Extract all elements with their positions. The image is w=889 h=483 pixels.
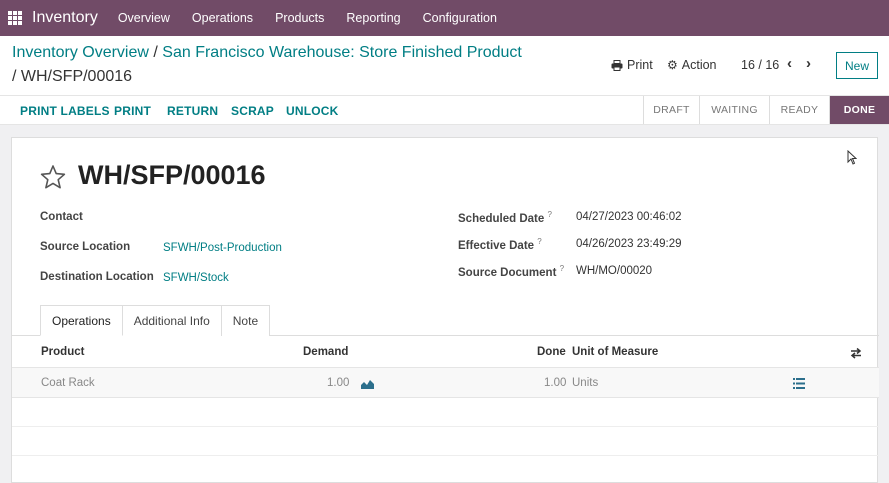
- effective-date-value: 04/26/2023 23:49:29: [576, 238, 682, 250]
- mouse-cursor-icon: [847, 150, 857, 165]
- forecast-chart-icon[interactable]: [361, 379, 374, 389]
- printer-icon: [611, 59, 623, 71]
- column-product[interactable]: Product: [41, 346, 84, 358]
- menu-reporting[interactable]: Reporting: [346, 11, 400, 25]
- destination-location-label: Destination Location: [40, 271, 154, 283]
- column-done[interactable]: Done: [537, 346, 566, 358]
- breadcrumb-warehouse[interactable]: San Francisco Warehouse: Store Finished …: [162, 44, 522, 61]
- menu-operations[interactable]: Operations: [192, 11, 253, 25]
- unlock-button[interactable]: UNLOCK: [286, 104, 339, 118]
- print-button[interactable]: PRINT: [114, 104, 151, 118]
- menu-overview[interactable]: Overview: [118, 11, 170, 25]
- top-navbar: Inventory Overview Operations Products R…: [0, 0, 889, 36]
- contact-label: Contact: [40, 211, 83, 223]
- form-sheet: WH/SFP/00016 Contact Source Location SFW…: [11, 137, 879, 483]
- source-document-label: Source Document ?: [458, 264, 564, 279]
- row-product: Coat Rack: [41, 377, 95, 389]
- control-panel: Inventory Overview / San Francisco Wareh…: [0, 36, 889, 96]
- print-labels-button[interactable]: PRINT LABELS: [20, 104, 110, 118]
- menu-configuration[interactable]: Configuration: [423, 11, 497, 25]
- star-icon[interactable]: [40, 164, 66, 190]
- table-row[interactable]: Coat Rack 1.00 1.00 Units: [12, 367, 879, 398]
- breadcrumb-separator: /: [12, 68, 21, 85]
- new-button[interactable]: New: [836, 52, 878, 79]
- row-uom: Units: [572, 377, 599, 389]
- row-divider: [12, 426, 879, 427]
- breadcrumb-inventory-overview[interactable]: Inventory Overview: [12, 44, 149, 61]
- app-brand[interactable]: Inventory: [32, 9, 98, 27]
- scheduled-date-label-text: Scheduled Date: [458, 212, 545, 225]
- action-menu-button[interactable]: ⚙ Action: [667, 58, 717, 72]
- breadcrumb-current: WH/SFP/00016: [20, 68, 133, 85]
- chevron-left-icon[interactable]: ‹: [787, 55, 792, 72]
- source-location-value[interactable]: SFWH/Post-Production: [163, 242, 282, 254]
- chevron-right-icon[interactable]: ›: [806, 55, 811, 72]
- stage-done[interactable]: DONE: [829, 96, 889, 124]
- print-menu-button[interactable]: Print: [611, 58, 653, 72]
- stage-ready[interactable]: READY: [769, 96, 829, 124]
- stage-waiting[interactable]: WAITING: [699, 96, 769, 124]
- stage-pipeline: DRAFT WAITING READY DONE: [643, 96, 889, 124]
- scheduled-date-value: 04/27/2023 00:46:02: [576, 211, 682, 223]
- action-menu-label: Action: [681, 58, 717, 72]
- source-location-label: Source Location: [40, 241, 131, 253]
- column-unit-of-measure[interactable]: Unit of Measure: [572, 346, 658, 358]
- help-mark[interactable]: ?: [560, 264, 564, 273]
- effective-date-label: Effective Date ?: [458, 237, 542, 252]
- status-bar: PRINT LABELS PRINT RETURN SCRAP UNLOCK D…: [0, 96, 889, 125]
- row-demand: 1.00: [327, 377, 350, 389]
- apps-menu-icon[interactable]: [8, 11, 22, 25]
- scheduled-date-label: Scheduled Date ?: [458, 210, 552, 225]
- source-document-value: WH/MO/00020: [576, 265, 653, 277]
- gear-icon: ⚙: [667, 58, 678, 72]
- destination-location-value[interactable]: SFWH/Stock: [163, 272, 229, 284]
- breadcrumb-current-row: / WH/SFP/00016: [12, 68, 132, 86]
- tab-note[interactable]: Note: [220, 305, 271, 336]
- scrap-button[interactable]: SCRAP: [231, 104, 274, 118]
- column-demand[interactable]: Demand: [303, 346, 348, 358]
- row-done: 1.00: [544, 377, 567, 389]
- help-mark[interactable]: ?: [537, 237, 541, 246]
- help-mark[interactable]: ?: [547, 210, 551, 219]
- source-document-label-text: Source Document: [458, 266, 557, 279]
- tab-additional-info[interactable]: Additional Info: [121, 305, 222, 336]
- breadcrumb-separator: /: [153, 44, 163, 61]
- tab-operations[interactable]: Operations: [40, 305, 123, 336]
- detailed-operations-icon[interactable]: [793, 378, 805, 389]
- menu-products[interactable]: Products: [275, 11, 324, 25]
- return-button[interactable]: RETURN: [167, 104, 218, 118]
- optional-columns-icon[interactable]: [850, 347, 862, 359]
- print-menu-label: Print: [627, 58, 653, 72]
- stage-draft[interactable]: DRAFT: [643, 96, 699, 124]
- pager-value[interactable]: 16 / 16: [741, 58, 779, 72]
- row-divider: [12, 455, 879, 456]
- notebook-tabs: Operations Additional Info Note: [40, 305, 271, 336]
- effective-date-label-text: Effective Date: [458, 239, 535, 252]
- breadcrumb: Inventory Overview / San Francisco Wareh…: [12, 44, 522, 62]
- record-title: WH/SFP/00016: [78, 160, 266, 190]
